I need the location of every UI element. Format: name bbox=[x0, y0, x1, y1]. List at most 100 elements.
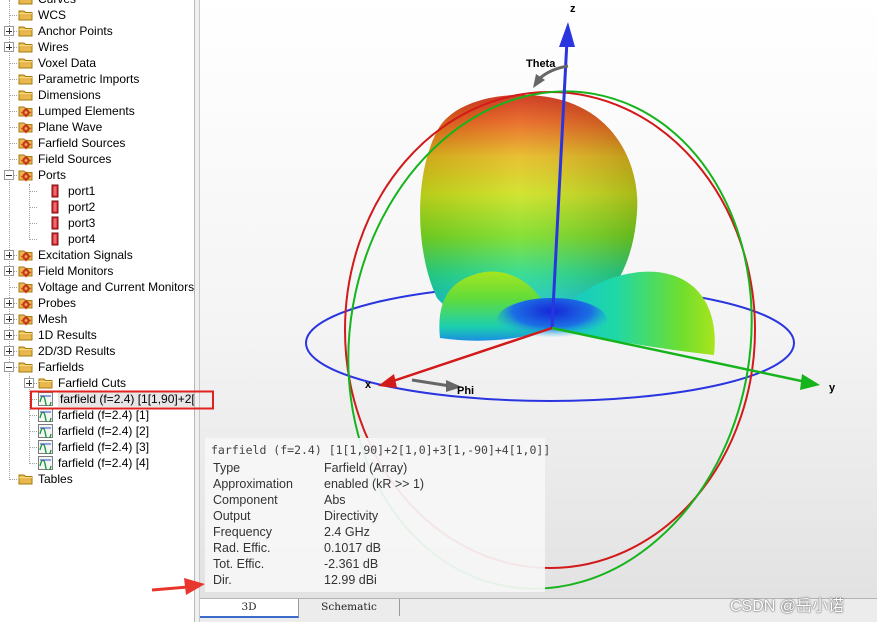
tree-item-anchor-points[interactable]: Anchor Points bbox=[0, 23, 194, 39]
tree-item-voltage-current-monitors[interactable]: Voltage and Current Monitors bbox=[0, 279, 194, 295]
tree-connector bbox=[9, 79, 17, 80]
folder-gear-icon bbox=[18, 248, 33, 262]
tree-item-probes[interactable]: Probes bbox=[0, 295, 194, 311]
expand-icon[interactable] bbox=[4, 250, 14, 260]
tree-item-farfield-sources[interactable]: Farfield Sources bbox=[0, 135, 194, 151]
tree-item-farfield-array[interactable]: farfield (f=2.4) [1[1,90]+2[1,0]+3[1,-90… bbox=[0, 391, 194, 409]
info-row: Rad. Effic. 0.1017 dB bbox=[213, 540, 381, 556]
tree-item-ports[interactable]: Ports bbox=[0, 167, 194, 183]
folder-gear-icon bbox=[18, 136, 33, 150]
expand-icon[interactable] bbox=[4, 42, 14, 52]
tree-item-port1[interactable]: port1 bbox=[0, 183, 194, 199]
info-value: Abs bbox=[324, 493, 346, 507]
tree-connector bbox=[29, 415, 37, 416]
expand-icon[interactable] bbox=[4, 266, 14, 276]
tree-item-parametric-imports[interactable]: Parametric Imports bbox=[0, 71, 194, 87]
tree-item-label: 1D Results bbox=[38, 328, 97, 342]
info-key: Approximation bbox=[213, 477, 293, 491]
tree-item-label: Curves bbox=[38, 0, 76, 7]
tree-item-label: 2D/3D Results bbox=[38, 344, 116, 358]
info-value: 0.1017 dB bbox=[324, 541, 381, 555]
z-axis-label: z bbox=[570, 3, 576, 15]
info-key: Output bbox=[213, 509, 251, 523]
collapse-icon[interactable] bbox=[4, 170, 14, 180]
tree-item-mesh[interactable]: Mesh bbox=[0, 311, 194, 327]
tree-item-tables[interactable]: Tables bbox=[0, 471, 194, 487]
tree-item-label: Anchor Points bbox=[38, 24, 113, 38]
tree-item-farfield-2[interactable]: farfield (f=2.4) [2] bbox=[0, 423, 194, 441]
tree-item-farfield-4[interactable]: farfield (f=2.4) [4] bbox=[0, 455, 194, 473]
expand-icon[interactable] bbox=[4, 26, 14, 36]
tree-item-label: Plane Wave bbox=[38, 120, 103, 134]
port-icon bbox=[48, 216, 63, 230]
tree-item-wires[interactable]: Wires bbox=[0, 39, 194, 55]
info-value: Directivity bbox=[324, 509, 379, 523]
tree-item-wcs[interactable]: WCS bbox=[0, 7, 194, 23]
port-icon bbox=[48, 184, 63, 198]
expand-icon[interactable] bbox=[4, 330, 14, 340]
info-key: Dir. bbox=[213, 573, 232, 587]
tree-item-plane-wave[interactable]: Plane Wave bbox=[0, 119, 194, 135]
tree-item-label: Farfield Cuts bbox=[58, 376, 127, 390]
tree-item-label: Field Sources bbox=[38, 152, 112, 166]
tree-item-voxel-data[interactable]: Voxel Data bbox=[0, 55, 194, 71]
tree-item-port2[interactable]: port2 bbox=[0, 199, 194, 215]
collapse-icon[interactable] bbox=[4, 362, 14, 372]
tree-item-label: Ports bbox=[38, 168, 67, 182]
folder-icon bbox=[18, 328, 33, 342]
info-row: Component Abs bbox=[213, 492, 346, 508]
tree-item-label: Parametric Imports bbox=[38, 72, 140, 86]
tree-item-dimensions[interactable]: Dimensions bbox=[0, 87, 194, 103]
tree-item-lumped-elements[interactable]: Lumped Elements bbox=[0, 103, 194, 119]
tree-item-label: port4 bbox=[68, 232, 96, 246]
tree-item-label: Field Monitors bbox=[38, 264, 114, 278]
tab-3d[interactable]: 3D bbox=[200, 599, 299, 618]
tree-connector bbox=[29, 431, 37, 432]
tree-item-excitation-signals[interactable]: Excitation Signals bbox=[0, 247, 194, 263]
tree-item-label: farfield (f=2.4) [1[1,90]+2[1,0]+3[1,-90… bbox=[58, 391, 194, 407]
expand-icon[interactable] bbox=[4, 346, 14, 356]
folder-gear-icon bbox=[18, 280, 33, 294]
tree-item-farfields[interactable]: Farfields bbox=[0, 359, 194, 375]
info-row: Type Farfield (Array) bbox=[213, 460, 407, 476]
info-value: Farfield (Array) bbox=[324, 461, 408, 475]
navigation-tree: CurvesWCS Anchor Points Wires Voxel Data Par… bbox=[0, 0, 194, 622]
tree-connector bbox=[9, 479, 17, 480]
info-row: Tot. Effic. -2.361 dB bbox=[213, 556, 378, 572]
tree-item-curves[interactable]: Curves bbox=[0, 0, 194, 7]
tree-item-port4[interactable]: port4 bbox=[0, 231, 194, 247]
tree-connector bbox=[29, 191, 37, 192]
theta-label: Theta bbox=[526, 58, 556, 70]
tree-item-label: Wires bbox=[38, 40, 69, 54]
tree-item-2d3d-results[interactable]: 2D/3D Results bbox=[0, 343, 194, 359]
tree-item-label: farfield (f=2.4) [3] bbox=[58, 440, 150, 454]
tree-item-farfield-cuts[interactable]: Farfield Cuts bbox=[0, 375, 194, 391]
folder-gear-icon bbox=[18, 104, 33, 118]
expand-icon[interactable] bbox=[4, 298, 14, 308]
tree-item-field-sources[interactable]: Field Sources bbox=[0, 151, 194, 167]
tree-item-label: Probes bbox=[38, 296, 77, 310]
folder-icon bbox=[38, 376, 53, 390]
info-key: Component bbox=[213, 493, 278, 507]
tab-schematic[interactable]: Schematic bbox=[299, 599, 400, 616]
expand-icon[interactable] bbox=[24, 378, 34, 388]
folder-gear-icon bbox=[18, 120, 33, 134]
tree-connector bbox=[29, 207, 37, 208]
expand-icon[interactable] bbox=[4, 314, 14, 324]
tree-item-port3[interactable]: port3 bbox=[0, 215, 194, 231]
tree-item-farfield-1[interactable]: farfield (f=2.4) [1] bbox=[0, 407, 194, 425]
tree-item-label: farfield (f=2.4) [1] bbox=[58, 408, 150, 422]
tree-item-1d-results[interactable]: 1D Results bbox=[0, 327, 194, 343]
farfield-info-panel: farfield (f=2.4) [1[1,90]+2[1,0]+3[1,-90… bbox=[205, 438, 550, 592]
tree-item-label: Farfields bbox=[38, 360, 85, 374]
phi-direction-line bbox=[411, 378, 451, 388]
tree-item-field-monitors[interactable]: Field Monitors bbox=[0, 263, 194, 279]
tree-item-farfield-3[interactable]: farfield (f=2.4) [3] bbox=[0, 439, 194, 457]
folder-gear-icon bbox=[18, 264, 33, 278]
folder-icon bbox=[18, 72, 33, 86]
folder-icon bbox=[18, 472, 33, 486]
tree-connector bbox=[29, 223, 37, 224]
info-row: Output Directivity bbox=[213, 508, 378, 524]
info-key: Frequency bbox=[213, 525, 273, 539]
watermark: CSDN @岳小诺 bbox=[730, 598, 845, 615]
